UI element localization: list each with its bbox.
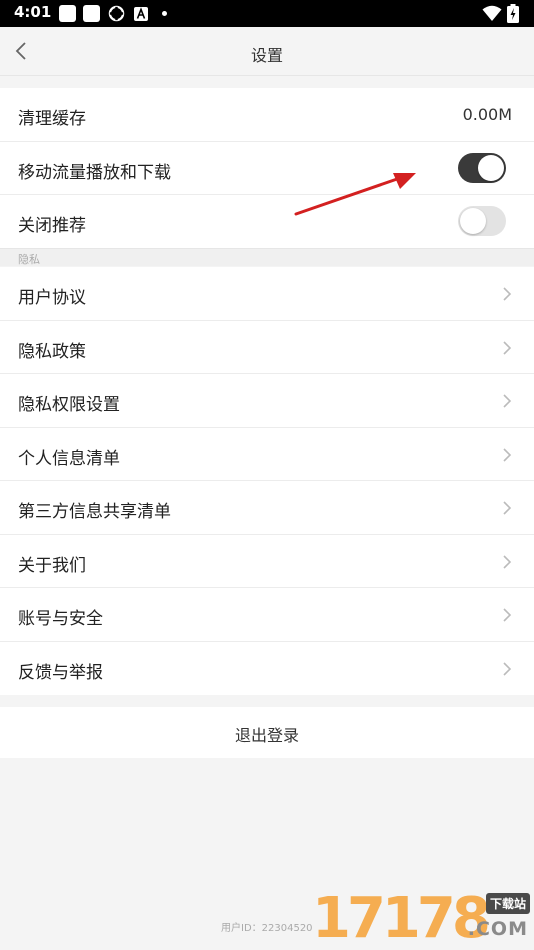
list-item-label: 隐私权限设置	[18, 395, 120, 415]
privacy-list: 用户协议 隐私政策 隐私权限设置 个人信息清单 第三方信息共享清单 关于我们 账…	[0, 267, 534, 695]
site-watermark: 17178 下载站 .COM	[306, 888, 534, 950]
sync-icon	[108, 5, 125, 22]
watermark-digits: 17178	[312, 886, 491, 950]
wifi-icon	[482, 5, 502, 21]
list-item-label: 关于我们	[18, 555, 86, 576]
list-item-label: 个人信息清单	[18, 448, 120, 469]
logout-button[interactable]: 退出登录	[0, 707, 534, 758]
list-item-account-security[interactable]: 账号与安全	[0, 588, 534, 642]
watermark-badge: 下载站	[485, 893, 530, 914]
list-item-label: 账号与安全	[18, 609, 103, 629]
general-settings-section: 清理缓存 0.00M 移动流量播放和下载 关闭推荐	[0, 88, 534, 249]
list-item-privacy-permissions[interactable]: 隐私权限设置	[0, 374, 534, 428]
chevron-right-icon	[503, 340, 512, 355]
toggle-knob	[478, 154, 504, 181]
close-recommend-toggle[interactable]	[458, 206, 506, 236]
list-item-label: 反馈与举报	[18, 662, 103, 683]
annotation-arrow-icon	[294, 173, 416, 216]
mobile-data-label: 移动流量播放和下载	[18, 162, 171, 183]
notification-app-icon	[59, 5, 76, 22]
privacy-section-heading: 隐私	[0, 248, 534, 266]
mobile-data-row: 移动流量播放和下载	[0, 142, 534, 195]
app-header: 设置	[0, 27, 534, 76]
watermark-domain: .COM	[467, 918, 528, 940]
clear-cache-row[interactable]: 清理缓存 0.00M	[0, 88, 534, 142]
privacy-heading-label: 隐私	[18, 253, 40, 266]
list-item-label: 第三方信息共享清单	[18, 502, 171, 522]
logout-label: 退出登录	[234, 726, 299, 745]
list-item-personal-info-list[interactable]: 个人信息清单	[0, 428, 534, 481]
close-recommend-label: 关闭推荐	[18, 216, 86, 236]
status-bar: 4:01	[0, 0, 534, 27]
chevron-right-icon	[503, 287, 512, 301]
chevron-right-icon	[503, 394, 512, 408]
list-item-privacy-policy[interactable]: 隐私政策	[0, 321, 534, 374]
chevron-right-icon	[503, 661, 512, 676]
list-item-user-agreement[interactable]: 用户协议	[0, 267, 534, 321]
more-notifications-dot	[162, 11, 167, 16]
clear-cache-label: 清理缓存	[18, 109, 86, 129]
list-item-about-us[interactable]: 关于我们	[0, 535, 534, 588]
page-title: 设置	[250, 46, 283, 65]
list-item-label: 隐私政策	[18, 341, 86, 362]
list-item-feedback-report[interactable]: 反馈与举报	[0, 642, 534, 696]
chevron-right-icon	[503, 501, 512, 515]
a-badge-icon	[134, 7, 148, 21]
list-item-label: 用户协议	[18, 288, 86, 308]
toggle-knob	[460, 208, 486, 234]
user-id-label: 用户ID：22304520	[221, 923, 313, 934]
chevron-right-icon	[503, 608, 512, 622]
status-time: 4:01	[14, 3, 52, 21]
battery-charging-icon	[507, 4, 519, 23]
cache-size-value: 0.00M	[462, 105, 512, 124]
chevron-right-icon	[503, 554, 512, 569]
notification-app-icon	[83, 5, 100, 22]
mobile-data-toggle[interactable]	[458, 152, 506, 183]
chevron-right-icon	[503, 447, 512, 462]
close-recommend-row: 关闭推荐	[0, 195, 534, 249]
list-item-third-party-sharing[interactable]: 第三方信息共享清单	[0, 481, 534, 535]
